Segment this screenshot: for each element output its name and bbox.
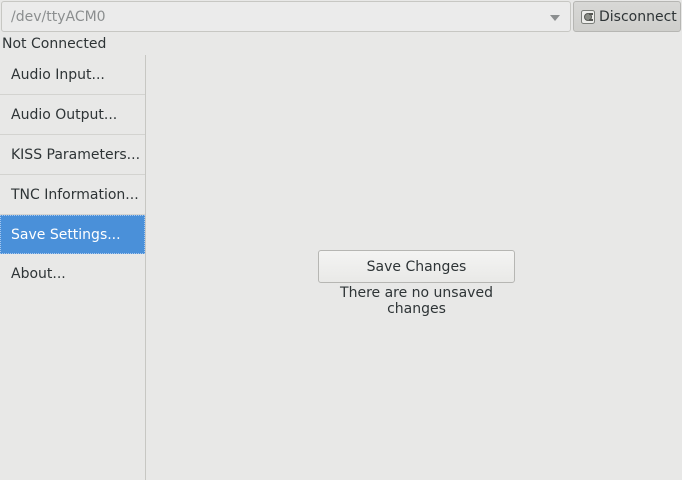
save-changes-label: Save Changes — [366, 258, 467, 275]
save-status-text: There are no unsaved changes — [340, 285, 493, 317]
chevron-down-icon[interactable] — [550, 15, 560, 21]
plug-icon — [581, 9, 595, 24]
sidebar-item-label: Audio Input... — [11, 66, 105, 83]
sidebar-item-audio-input[interactable]: Audio Input... — [0, 55, 145, 95]
sidebar-item-label: KISS Parameters... — [11, 146, 141, 163]
serial-port-combobox[interactable]: /dev/ttyACM0 — [1, 1, 571, 32]
save-changes-button[interactable]: Save Changes — [318, 250, 515, 283]
sidebar-item-about[interactable]: About... — [0, 254, 145, 293]
serial-port-value: /dev/ttyACM0 — [11, 9, 106, 25]
sidebar: Audio Input... Audio Output... KISS Para… — [0, 55, 146, 480]
sidebar-item-audio-output[interactable]: Audio Output... — [0, 95, 145, 135]
sidebar-item-label: TNC Information... — [11, 186, 139, 203]
sidebar-item-kiss-parameters[interactable]: KISS Parameters... — [0, 135, 145, 175]
sidebar-item-save-settings[interactable]: Save Settings... — [0, 215, 145, 254]
disconnect-label: Disconnect — [599, 8, 677, 25]
sidebar-item-label: About... — [11, 265, 66, 282]
sidebar-item-tnc-information[interactable]: TNC Information... — [0, 175, 145, 215]
connection-status: Not Connected — [2, 36, 107, 52]
sidebar-item-label: Save Settings... — [11, 226, 121, 243]
sidebar-item-label: Audio Output... — [11, 106, 118, 123]
disconnect-button[interactable]: Disconnect — [573, 1, 681, 32]
